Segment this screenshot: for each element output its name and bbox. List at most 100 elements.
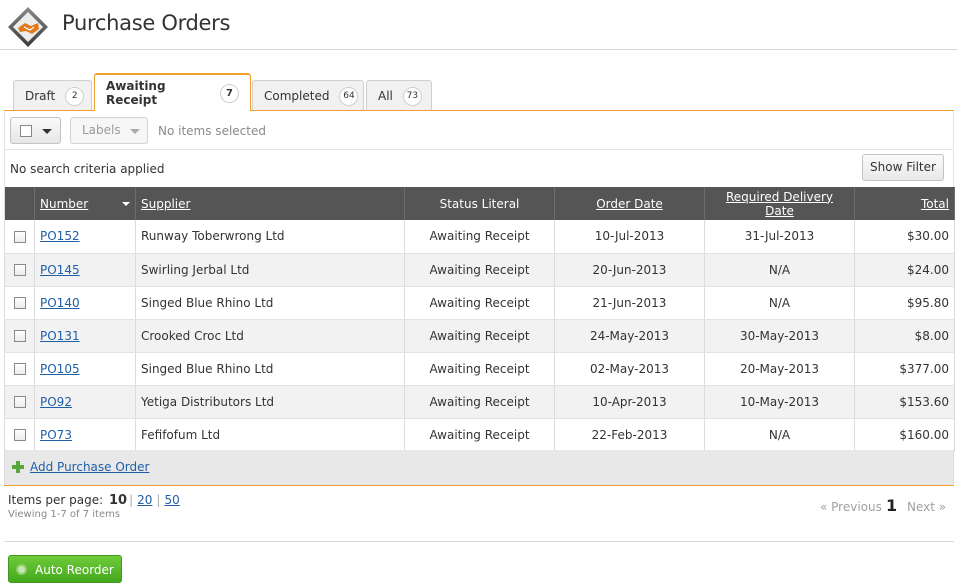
tab-draft[interactable]: Draft 2 [13, 80, 92, 111]
total-cell: $95.80 [854, 286, 955, 320]
row-checkbox[interactable] [13, 330, 26, 342]
table-row: PO131 Crooked Croc Ltd Awaiting Receipt … [4, 319, 955, 353]
row-checkbox[interactable] [13, 429, 26, 441]
table-row: PO152 Runway Toberwrong Ltd Awaiting Rec… [4, 220, 955, 254]
order-number-link[interactable]: PO92 [40, 395, 72, 409]
add-order-row: Add Purchase Order [4, 450, 954, 485]
search-status: No search criteria applied [10, 162, 165, 176]
selection-toolbar: Labels No items selected [4, 111, 954, 150]
order-number-link[interactable]: PO131 [40, 329, 80, 343]
previous-page-link[interactable]: « Previous [820, 500, 882, 514]
order-date-cell: 20-Jun-2013 [554, 253, 705, 287]
status-tabs: Draft 2 Awaiting Receipt 7 Completed 64 … [13, 73, 953, 111]
items-per-page-label: Items per page: [8, 493, 104, 507]
viewing-range: Viewing 1-7 of 7 items [8, 509, 121, 520]
page-size-current: 10 [108, 493, 128, 508]
total-cell: $24.00 [854, 253, 955, 287]
column-header-delivery-date[interactable]: Required Delivery Date [704, 187, 855, 220]
total-cell: $153.60 [854, 385, 955, 419]
delivery-date-cell: N/A [704, 286, 855, 320]
show-filter-button[interactable]: Show Filter [862, 154, 944, 181]
table-row: PO145 Swirling Jerbal Ltd Awaiting Recei… [4, 253, 955, 287]
auto-reorder-button[interactable]: Auto Reorder [8, 555, 122, 583]
column-header-status: Status Literal [404, 187, 555, 220]
total-cell: $377.00 [854, 352, 955, 386]
column-header-total[interactable]: Total [854, 187, 955, 220]
page-title: Purchase Orders [62, 11, 231, 35]
status-cell: Awaiting Receipt [404, 220, 555, 254]
tab-label: Awaiting Receipt [106, 79, 166, 107]
column-header-order-date[interactable]: Order Date [554, 187, 705, 220]
tab-count-badge: 73 [402, 86, 422, 106]
order-date-cell: 10-Jul-2013 [554, 220, 705, 254]
tab-label: Draft [25, 89, 56, 103]
status-cell: Awaiting Receipt [404, 352, 555, 386]
status-cell: Awaiting Receipt [404, 418, 555, 452]
row-checkbox[interactable] [13, 396, 26, 408]
chevron-down-icon [130, 129, 140, 134]
select-all-checkbox[interactable] [20, 125, 32, 137]
page-size-option-20[interactable]: 20 [137, 493, 152, 507]
tab-awaiting-receipt[interactable]: Awaiting Receipt 7 [94, 73, 251, 111]
status-cell: Awaiting Receipt [404, 286, 555, 320]
supplier-cell: Yetiga Distributors Ltd [135, 385, 405, 419]
row-checkbox[interactable] [13, 230, 26, 243]
pagination-bar: Items per page: 10 | 20 | 50 Viewing 1-7 of … [0, 490, 957, 540]
header-checkbox-cell [4, 187, 35, 220]
tab-label: All [378, 89, 393, 103]
order-number-link[interactable]: PO105 [40, 362, 80, 376]
order-number-link[interactable]: PO140 [40, 296, 80, 310]
table-row: PO105 Singed Blue Rhino Ltd Awaiting Rec… [4, 352, 955, 386]
auto-reorder-label: Auto Reorder [35, 563, 114, 577]
selection-status: No items selected [158, 124, 266, 138]
row-checkbox[interactable] [13, 297, 26, 309]
delivery-date-cell: 30-May-2013 [704, 319, 855, 353]
items-per-page: Items per page: 10 | 20 | 50 [8, 493, 180, 508]
status-cell: Awaiting Receipt [404, 319, 555, 353]
tab-count-badge: 64 [339, 86, 359, 106]
order-number-link[interactable]: PO145 [40, 263, 80, 277]
supplier-cell: Singed Blue Rhino Ltd [135, 286, 405, 320]
labels-dropdown[interactable]: Labels [70, 117, 148, 144]
page-size-option-50[interactable]: 50 [164, 493, 179, 507]
labels-dropdown-label: Labels [82, 123, 121, 137]
table-header-row: Number Supplier Status Literal Order Dat… [4, 187, 955, 220]
table-row: PO92 Yetiga Distributors Ltd Awaiting Re… [4, 385, 955, 419]
add-purchase-order-link[interactable]: Add Purchase Order [30, 460, 149, 474]
current-page-number: 1 [886, 496, 898, 515]
order-number-link[interactable]: PO73 [40, 428, 72, 442]
supplier-cell: Fefifofum Ltd [135, 418, 405, 452]
delivery-date-cell: 20-May-2013 [704, 352, 855, 386]
order-date-cell: 22-Feb-2013 [554, 418, 705, 452]
orders-panel: Labels No items selected No search crite… [4, 110, 955, 486]
order-number-link[interactable]: PO152 [40, 229, 80, 243]
gear-icon [16, 564, 27, 575]
page-header: Purchase Orders [0, 0, 957, 50]
order-date-cell: 02-May-2013 [554, 352, 705, 386]
tab-label: Completed [264, 89, 330, 103]
column-header-number[interactable]: Number [34, 187, 136, 220]
supplier-cell: Runway Toberwrong Ltd [135, 220, 405, 254]
next-page-link[interactable]: Next » [907, 500, 946, 514]
delivery-date-cell: N/A [704, 418, 855, 452]
tab-count-badge: 7 [220, 83, 239, 103]
tab-completed[interactable]: Completed 64 [252, 80, 364, 111]
row-checkbox[interactable] [13, 363, 26, 375]
supplier-cell: Swirling Jerbal Ltd [135, 253, 405, 287]
tab-all[interactable]: All 73 [366, 80, 432, 111]
chevron-down-icon [42, 129, 52, 134]
row-checkbox[interactable] [13, 264, 26, 276]
delivery-date-cell: N/A [704, 253, 855, 287]
total-cell: $30.00 [854, 220, 955, 254]
select-all-dropdown[interactable] [10, 117, 61, 144]
column-header-supplier[interactable]: Supplier [135, 187, 405, 220]
table-row: PO73 Fefifofum Ltd Awaiting Receipt 22-F… [4, 418, 955, 452]
total-cell: $160.00 [854, 418, 955, 452]
total-cell: $8.00 [854, 319, 955, 353]
delivery-date-cell: 31-Jul-2013 [704, 220, 855, 254]
handshake-diamond-icon [8, 7, 48, 47]
status-cell: Awaiting Receipt [404, 253, 555, 287]
supplier-cell: Crooked Croc Ltd [135, 319, 405, 353]
plus-icon [12, 461, 24, 473]
footer-divider [4, 541, 954, 542]
